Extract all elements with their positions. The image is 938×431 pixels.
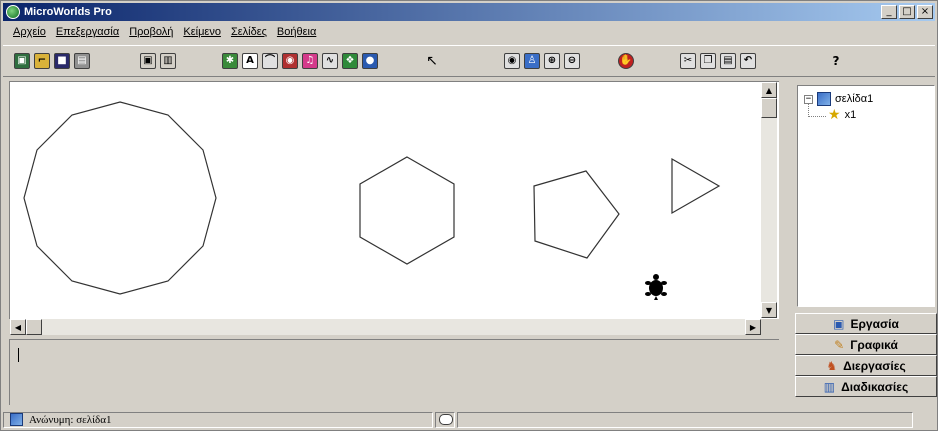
book-icon[interactable]: ▥ bbox=[159, 52, 177, 70]
turtle-graphics bbox=[23, 101, 721, 300]
speech-bubble-icon bbox=[439, 414, 453, 425]
menu-file[interactable]: Αρχείο bbox=[13, 26, 46, 38]
menu-help[interactable]: Βοήθεια bbox=[277, 26, 316, 38]
status-extra-cell bbox=[457, 411, 913, 428]
command-center[interactable] bbox=[9, 339, 779, 405]
close-button[interactable]: × bbox=[917, 5, 933, 19]
hexagon-shape bbox=[359, 156, 455, 265]
stamp-icon[interactable]: ♙ bbox=[523, 52, 541, 70]
processes-icon: ♞ bbox=[826, 358, 838, 373]
vertical-scrollbar[interactable]: ▲ ▼ bbox=[761, 82, 777, 318]
horizontal-scroll-thumb[interactable] bbox=[26, 319, 42, 335]
tree-connector bbox=[808, 116, 826, 117]
media-icon[interactable]: ● bbox=[361, 52, 379, 70]
zoom-out-icon[interactable]: ⊖ bbox=[563, 52, 581, 70]
animation-icon[interactable]: ❖ bbox=[341, 52, 359, 70]
hatch-turtle-icon[interactable]: ✱ bbox=[221, 52, 239, 70]
tab-processes-label: Διεργασίες bbox=[843, 358, 906, 373]
copy-icon[interactable]: ❐ bbox=[699, 52, 717, 70]
app-logo-icon bbox=[6, 5, 20, 19]
menu-edit[interactable]: Επεξεργασία bbox=[56, 26, 119, 38]
page-view-icon[interactable]: ▣ bbox=[139, 52, 157, 70]
status-page-text: Ανώνυμη: σελίδα1 bbox=[29, 413, 112, 426]
project-icon: ▣ bbox=[833, 316, 845, 331]
menu-pages[interactable]: Σελίδες bbox=[231, 26, 267, 38]
tree-connector bbox=[808, 103, 809, 117]
music-icon[interactable]: ♫ bbox=[301, 52, 319, 70]
paste-icon[interactable]: ▤ bbox=[719, 52, 737, 70]
save-icon[interactable]: ■ bbox=[53, 52, 71, 70]
sound-icon[interactable]: ∿ bbox=[321, 52, 339, 70]
scroll-corner bbox=[761, 319, 777, 335]
text-box-icon[interactable]: A bbox=[241, 52, 259, 70]
tree-turtle-label: x1 bbox=[844, 109, 857, 121]
toolbar: ▣ ⌐ ■ ▤ ▣ ▥ ✱ A ⌒ ◉ ♫ ∿ ❖ ● ↖ ◉ ♙ ⊕ ⊖ ✋ … bbox=[3, 45, 935, 77]
status-bar: Ανώνυμη: σελίδα1 bbox=[3, 409, 935, 430]
maximize-button[interactable]: □ bbox=[899, 5, 915, 19]
menu-view[interactable]: Προβολή bbox=[129, 26, 173, 38]
print-icon[interactable]: ▤ bbox=[73, 52, 91, 70]
new-project-icon[interactable]: ▣ bbox=[13, 52, 31, 70]
app-window: MicroWorlds Pro _ □ × Αρχείο Επεξεργασία… bbox=[0, 0, 938, 431]
button-icon[interactable]: ⌒ bbox=[261, 52, 279, 70]
scroll-left-icon[interactable]: ◀ bbox=[10, 319, 26, 335]
title-bar[interactable]: MicroWorlds Pro _ □ × bbox=[3, 3, 935, 21]
undo-icon[interactable]: ↶ bbox=[739, 52, 757, 70]
horizontal-scrollbar[interactable]: ◀ ▶ bbox=[10, 319, 761, 335]
tab-project[interactable]: ▣ Εργασία bbox=[795, 313, 937, 334]
scissors-icon[interactable]: ✂ bbox=[679, 52, 697, 70]
help-icon[interactable]: ? bbox=[827, 52, 845, 70]
tab-processes[interactable]: ♞ Διεργασίες bbox=[795, 355, 937, 376]
tree-item-turtle[interactable]: ★ x1 bbox=[828, 108, 856, 122]
tab-procedures[interactable]: ▥ Διαδικασίες bbox=[795, 376, 937, 397]
tree-page-label: σελίδα1 bbox=[835, 93, 874, 105]
zoom-in-icon[interactable]: ⊕ bbox=[543, 52, 561, 70]
minimize-button[interactable]: _ bbox=[881, 5, 897, 19]
dodecagon-shape bbox=[23, 101, 217, 295]
tab-graphics[interactable]: ✎ Γραφικά bbox=[795, 334, 937, 355]
scroll-up-icon[interactable]: ▲ bbox=[761, 82, 777, 98]
pointer-icon[interactable]: ↖ bbox=[423, 52, 441, 70]
turtle-sprite[interactable] bbox=[645, 274, 667, 300]
window-title: MicroWorlds Pro bbox=[24, 6, 112, 18]
eye-icon[interactable]: ◉ bbox=[503, 52, 521, 70]
tree-item-page[interactable]: − σελίδα1 bbox=[804, 92, 873, 106]
procedures-book-icon: ▥ bbox=[823, 379, 836, 394]
pentagon-shape bbox=[533, 170, 620, 259]
drawing-canvas[interactable] bbox=[9, 81, 779, 319]
status-speech-cell[interactable] bbox=[435, 411, 455, 428]
stop-icon[interactable]: ✋ bbox=[617, 52, 635, 70]
project-tree: − σελίδα1 ★ x1 bbox=[797, 85, 935, 307]
text-caret bbox=[18, 348, 19, 362]
triangle-shape bbox=[671, 157, 721, 215]
page-icon bbox=[10, 413, 23, 426]
vertical-scroll-thumb[interactable] bbox=[761, 98, 777, 118]
tab-procedures-label: Διαδικασίες bbox=[841, 379, 909, 394]
tab-project-label: Εργασία bbox=[850, 316, 899, 331]
scroll-down-icon[interactable]: ▼ bbox=[761, 302, 777, 318]
status-page-cell: Ανώνυμη: σελίδα1 bbox=[3, 411, 433, 428]
tab-graphics-label: Γραφικά bbox=[850, 337, 898, 352]
slider-icon[interactable]: ◉ bbox=[281, 52, 299, 70]
menu-text[interactable]: Κείμενο bbox=[183, 26, 221, 38]
turtle-icon: ★ bbox=[828, 107, 841, 123]
page-icon bbox=[817, 92, 831, 106]
menu-bar: Αρχείο Επεξεργασία Προβολή Κείμενο Σελίδ… bbox=[3, 23, 935, 41]
paint-brush-icon: ✎ bbox=[834, 337, 845, 352]
open-icon[interactable]: ⌐ bbox=[33, 52, 51, 70]
window-controls: _ □ × bbox=[881, 5, 933, 19]
scroll-right-icon[interactable]: ▶ bbox=[745, 319, 761, 335]
